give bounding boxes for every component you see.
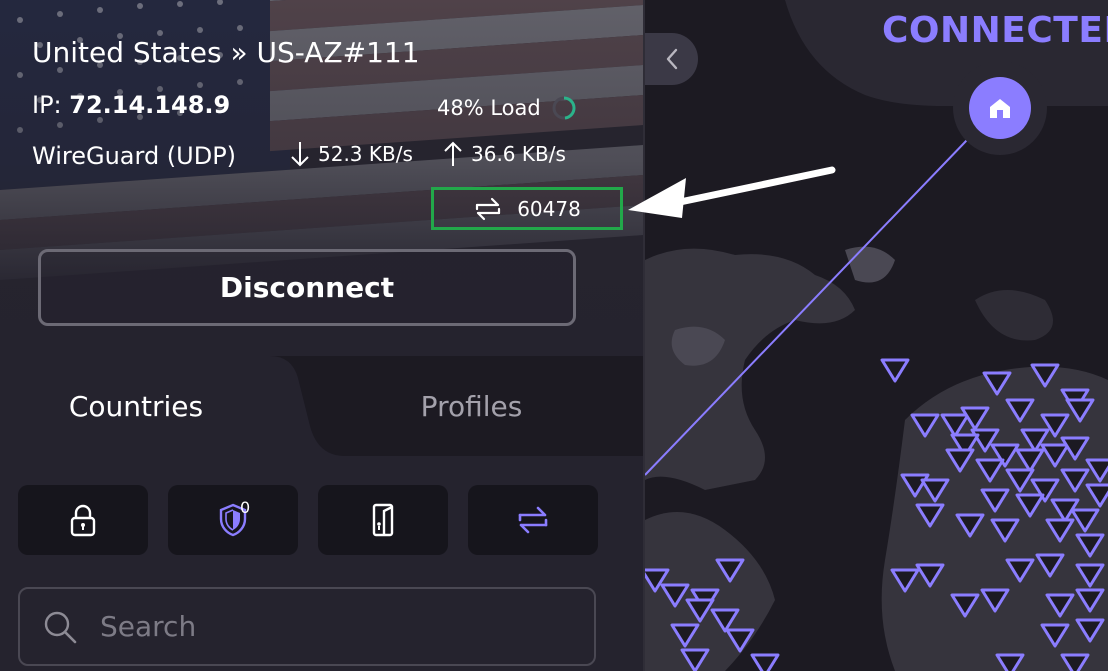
upload-speed-value: 36.6 KB/s xyxy=(471,142,566,166)
vpn-protocol: WireGuard (UDP) xyxy=(32,142,237,170)
server-marker-icon[interactable] xyxy=(1015,448,1045,473)
search-input[interactable] xyxy=(98,609,552,644)
server-marker-icon[interactable] xyxy=(975,458,1005,483)
server-marker-icon[interactable] xyxy=(890,568,920,593)
secure-core-button[interactable] xyxy=(18,485,148,555)
server-marker-icon[interactable] xyxy=(950,593,980,618)
server-marker-icon[interactable] xyxy=(980,488,1010,513)
lock-icon xyxy=(70,504,96,537)
server-marker-icon[interactable] xyxy=(955,513,985,538)
ip-value: 72.14.148.9 xyxy=(69,91,231,119)
arrow-up-icon xyxy=(444,141,462,166)
download-speed-value: 52.3 KB/s xyxy=(318,142,413,166)
server-location: United States » US-AZ#111 xyxy=(32,36,420,69)
tab-profiles[interactable]: Profiles xyxy=(300,356,643,456)
server-marker-icon[interactable] xyxy=(670,623,700,648)
collapse-panel-button[interactable] xyxy=(645,33,698,85)
server-marker-icon[interactable] xyxy=(1045,593,1075,618)
server-marker-icon[interactable] xyxy=(920,478,950,503)
server-marker-icon[interactable] xyxy=(1030,363,1060,388)
download-speed: 52.3 KB/s xyxy=(290,140,413,168)
server-marker-icon[interactable] xyxy=(1005,398,1035,423)
server-marker-icon[interactable] xyxy=(1040,623,1070,648)
forwarded-port-highlight: 60478 xyxy=(431,187,623,230)
server-panel: United States » US-AZ#111 IP: 72.14.148.… xyxy=(0,0,643,671)
server-marker-icon[interactable] xyxy=(725,628,755,653)
arrow-down-icon xyxy=(291,142,309,167)
netshield-button[interactable] xyxy=(168,485,298,555)
server-marker-icon[interactable] xyxy=(990,518,1020,543)
kill-switch-icon xyxy=(372,503,394,537)
server-marker-icon[interactable] xyxy=(1075,588,1105,613)
server-marker-icon[interactable] xyxy=(1035,553,1065,578)
server-marker-icon[interactable] xyxy=(1045,518,1075,543)
server-marker-icon[interactable] xyxy=(980,588,1010,613)
server-marker-icon[interactable] xyxy=(1070,508,1100,533)
netshield-count-badge: 0 xyxy=(240,498,251,517)
server-marker-icon[interactable] xyxy=(1075,563,1105,588)
server-marker-icon[interactable] xyxy=(1085,483,1108,508)
server-marker-icon[interactable] xyxy=(1005,468,1035,493)
server-marker-icon[interactable] xyxy=(915,563,945,588)
port-forwarding-icon xyxy=(518,506,548,534)
server-marker-icon[interactable] xyxy=(1060,468,1090,493)
load-text: 48% Load xyxy=(437,96,541,120)
server-marker-icon[interactable] xyxy=(880,358,910,383)
search-box xyxy=(18,587,596,666)
ip-label: IP: xyxy=(32,91,70,119)
chevron-left-icon xyxy=(666,48,677,70)
home-location-button[interactable] xyxy=(969,77,1031,139)
server-marker-icon[interactable] xyxy=(1065,398,1095,423)
server-marker-icon[interactable] xyxy=(1040,443,1070,468)
upload-speed: 36.6 KB/s xyxy=(443,140,566,168)
server-marker-icon[interactable] xyxy=(680,648,710,671)
port-number: 60478 xyxy=(517,196,581,221)
server-load: 48% Load xyxy=(437,95,577,121)
server-marker-icon[interactable] xyxy=(940,413,970,438)
server-marker-icon[interactable] xyxy=(910,413,940,438)
map-panel[interactable]: CONNECTED xyxy=(645,0,1108,671)
server-marker-icon[interactable] xyxy=(1060,653,1090,671)
server-marker-icon[interactable] xyxy=(1075,533,1105,558)
ip-address-row: IP: 72.14.148.9 xyxy=(32,91,230,119)
server-marker-icon[interactable] xyxy=(995,653,1025,671)
server-marker-icon[interactable] xyxy=(1085,458,1108,483)
tab-bar: Countries Profiles xyxy=(0,356,643,456)
server-marker-icon[interactable] xyxy=(915,503,945,528)
kill-switch-button[interactable] xyxy=(318,485,448,555)
server-marker-icon[interactable] xyxy=(750,653,780,671)
server-marker-icon[interactable] xyxy=(715,558,745,583)
search-icon xyxy=(44,611,77,643)
server-marker-icon[interactable] xyxy=(710,608,740,633)
server-marker-icon[interactable] xyxy=(982,371,1012,396)
home-icon xyxy=(990,99,1010,118)
port-forwarding-button[interactable] xyxy=(468,485,598,555)
load-ring-icon xyxy=(552,96,576,120)
port-forwarding-icon xyxy=(476,197,501,220)
server-marker-icon[interactable] xyxy=(660,583,690,608)
disconnect-button[interactable]: Disconnect xyxy=(38,249,576,326)
connection-status: CONNECTED xyxy=(882,10,1108,51)
server-marker-icon[interactable] xyxy=(685,598,715,623)
server-markers xyxy=(645,358,1108,671)
server-marker-icon[interactable] xyxy=(945,448,975,473)
server-marker-icon[interactable] xyxy=(1005,558,1035,583)
tab-countries[interactable]: Countries xyxy=(0,356,272,456)
server-marker-icon[interactable] xyxy=(1015,493,1045,518)
server-marker-icon[interactable] xyxy=(1075,618,1105,643)
